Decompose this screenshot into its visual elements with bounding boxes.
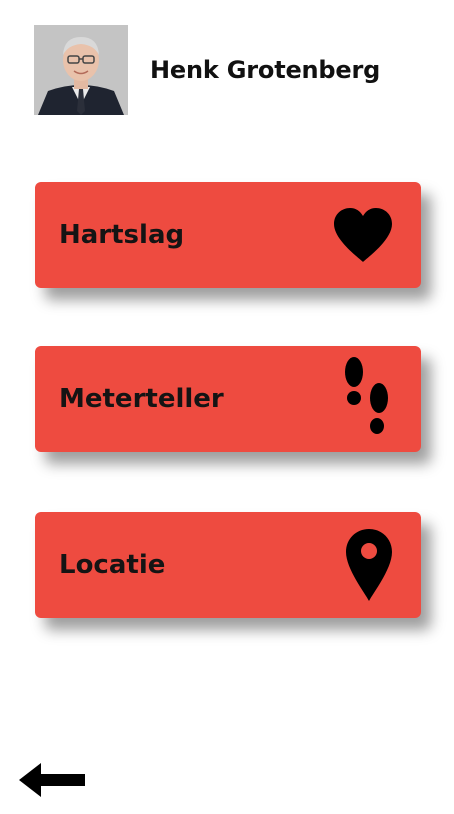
step-counter-button[interactable]: Meterteller: [35, 346, 421, 452]
heart-icon: [331, 206, 395, 264]
user-name: Henk Grotenberg: [150, 56, 381, 84]
back-arrow-icon: [17, 760, 87, 804]
heart-rate-label: Hartslag: [59, 220, 185, 250]
user-profile: Henk Grotenberg: [34, 25, 380, 115]
avatar: [34, 25, 128, 115]
location-label: Locatie: [59, 550, 166, 580]
location-button[interactable]: Locatie: [35, 512, 421, 618]
footprints-icon: [339, 356, 395, 442]
location-pin-icon: [343, 527, 395, 603]
step-counter-label: Meterteller: [59, 384, 224, 414]
heart-rate-button[interactable]: Hartslag: [35, 182, 421, 288]
back-button[interactable]: [16, 760, 88, 804]
